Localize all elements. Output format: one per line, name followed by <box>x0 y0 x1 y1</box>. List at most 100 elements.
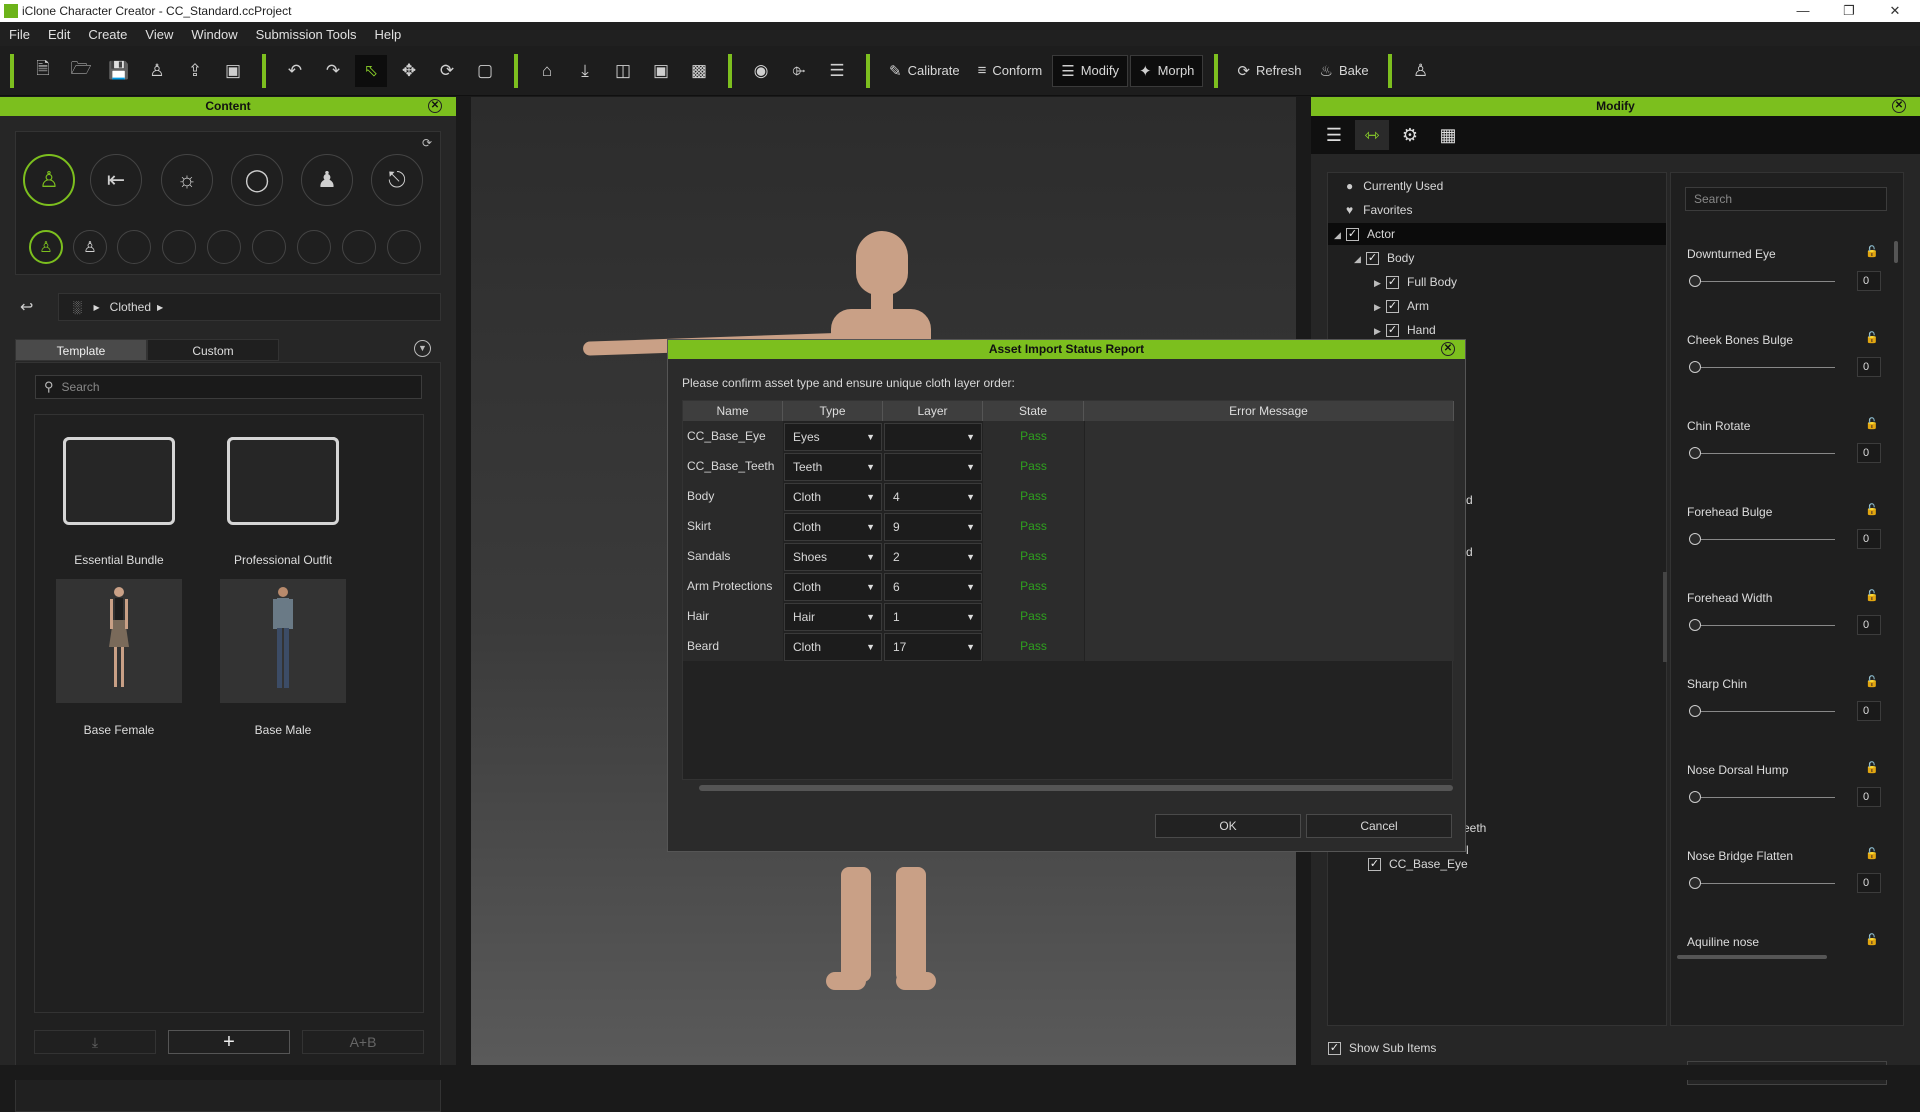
close-window-icon[interactable]: ✕ <box>1872 0 1918 22</box>
slider-track[interactable] <box>1695 883 1835 884</box>
menu-help[interactable]: Help <box>366 27 411 42</box>
layer-dropdown[interactable]: 4 ▼ <box>884 483 982 511</box>
slider-list-scrollbar[interactable] <box>1894 241 1898 263</box>
lock-icon[interactable]: 🔓 <box>1865 675 1879 688</box>
modify-button[interactable]: ☰ Modify <box>1052 54 1128 87</box>
root-folder-icon[interactable]: ░ <box>73 300 82 314</box>
lock-icon[interactable]: 🔓 <box>1865 761 1879 774</box>
show-sub-items-checkbox[interactable]: ✓ Show Sub Items <box>1328 1041 1436 1056</box>
frame-all-icon[interactable]: ▩ <box>683 55 715 87</box>
empty-slot-icon[interactable] <box>162 230 196 264</box>
column-header-layer[interactable]: Layer <box>883 401 983 421</box>
slider-handle[interactable] <box>1689 447 1701 459</box>
slider-value-input[interactable]: 0 <box>1857 701 1881 721</box>
tab-template[interactable]: Template <box>15 339 147 361</box>
layer-dropdown[interactable]: 9 ▼ <box>884 513 982 541</box>
close-panel-icon[interactable]: ✕ <box>1892 99 1906 113</box>
slider-value-input[interactable]: 0 <box>1857 271 1881 291</box>
type-dropdown[interactable]: Eyes ▼ <box>784 423 882 451</box>
lock-icon[interactable]: 🔓 <box>1865 417 1879 430</box>
add-button[interactable]: + <box>168 1030 290 1054</box>
download-button[interactable]: ⤓ <box>34 1030 156 1054</box>
lock-icon[interactable]: 🔓 <box>1865 245 1879 258</box>
tab-attributes-icon[interactable]: ☰ <box>1317 120 1351 150</box>
tree-item[interactable]: ◢ ✓ Body <box>1328 247 1666 269</box>
type-dropdown[interactable]: Shoes ▼ <box>784 543 882 571</box>
slider-value-input[interactable]: 0 <box>1857 443 1881 463</box>
library-item-essential-bundle[interactable]: Essential Bundle <box>54 437 184 567</box>
slider-track[interactable] <box>1695 711 1835 712</box>
rename-button[interactable]: A+B <box>302 1030 424 1054</box>
eye-visibility-icon[interactable]: ◉ <box>745 55 777 87</box>
slider-list-hscrollbar[interactable] <box>1677 955 1827 959</box>
breadcrumb-clothed[interactable]: Clothed <box>110 300 151 314</box>
rotate-icon[interactable]: ⟳ <box>431 55 463 87</box>
conform-button[interactable]: ≡ Conform <box>970 55 1051 87</box>
checkbox-checked-icon[interactable]: ✓ <box>1366 252 1379 266</box>
tab-morph-icon[interactable]: ⇿ <box>1355 120 1389 150</box>
lock-icon[interactable]: 🔓 <box>1865 503 1879 516</box>
slider-search-input[interactable]: Search <box>1685 187 1887 211</box>
type-dropdown[interactable]: Hair ▼ <box>784 603 882 631</box>
lock-icon[interactable]: 🔓 <box>1865 933 1879 946</box>
export-fbx-icon[interactable]: ▣ <box>217 55 249 87</box>
library-item-professional-outfit[interactable]: Professional Outfit <box>218 437 348 567</box>
tree-item[interactable]: ▶ ✓ Full Body <box>1328 271 1666 293</box>
tab-motion-icon[interactable]: ⚙ <box>1393 120 1427 150</box>
restore-icon[interactable]: ❐ <box>1826 0 1872 22</box>
drop-to-floor-icon[interactable]: ⤓ <box>569 55 601 87</box>
layer-dropdown[interactable]: ▼ <box>884 423 982 451</box>
menu-view[interactable]: View <box>136 27 182 42</box>
checkbox-checked-icon[interactable]: ✓ <box>1386 276 1399 290</box>
menu-window[interactable]: Window <box>182 27 246 42</box>
slider-track[interactable] <box>1695 367 1835 368</box>
library-item-base-male[interactable]: Base Male <box>218 579 348 737</box>
slider-handle[interactable] <box>1689 791 1701 803</box>
character-category-icon[interactable]: ♙ <box>23 154 75 206</box>
tree-item[interactable]: ◢ ✓ Actor <box>1328 223 1666 245</box>
lock-icon[interactable]: 🔓 <box>1865 589 1879 602</box>
column-header-error-message[interactable]: Error Message <box>1084 401 1454 421</box>
slider-handle[interactable] <box>1689 877 1701 889</box>
back-icon[interactable]: ↩ <box>20 297 33 317</box>
slider-track[interactable] <box>1695 625 1835 626</box>
skin-category-icon[interactable]: ☼ <box>161 154 213 206</box>
undo-icon[interactable]: ↶ <box>279 55 311 87</box>
slider-track[interactable] <box>1695 281 1835 282</box>
export-icon[interactable]: ⇪ <box>179 55 211 87</box>
refresh-library-icon[interactable]: ⟳ <box>422 136 432 150</box>
wireframe-icon[interactable]: ☰ <box>821 55 853 87</box>
import-character-icon[interactable]: ♙ <box>141 55 173 87</box>
tree-item[interactable]: ● Currently Used <box>1328 175 1666 197</box>
slider-value-input[interactable]: 0 <box>1857 787 1881 807</box>
select-arrow-icon[interactable]: ⬁ <box>355 54 387 87</box>
slider-track[interactable] <box>1695 797 1835 798</box>
type-dropdown[interactable]: Cloth ▼ <box>784 513 882 541</box>
save-icon[interactable]: 💾 <box>103 55 135 87</box>
empty-slot-icon[interactable] <box>297 230 331 264</box>
home-camera-icon[interactable]: ⌂ <box>531 55 563 87</box>
calibrate-button[interactable]: ✎ Calibrate <box>881 55 968 87</box>
column-header-state[interactable]: State <box>983 401 1084 421</box>
close-panel-icon[interactable]: ✕ <box>428 99 442 113</box>
layer-dropdown[interactable]: 1 ▼ <box>884 603 982 631</box>
head-category-icon[interactable]: ◯ <box>231 154 283 206</box>
ok-button[interactable]: OK <box>1155 814 1301 838</box>
layer-dropdown[interactable]: 6 ▼ <box>884 573 982 601</box>
slider-handle[interactable] <box>1689 361 1701 373</box>
tree-item[interactable]: ▶ ✓ Arm <box>1328 295 1666 317</box>
layer-dropdown[interactable]: 2 ▼ <box>884 543 982 571</box>
slider-track[interactable] <box>1695 453 1835 454</box>
checkbox-checked-icon[interactable]: ✓ <box>1386 324 1399 338</box>
slider-value-input[interactable]: 0 <box>1857 873 1881 893</box>
tree-item[interactable]: ▶ ✓ Hand <box>1328 319 1666 341</box>
lock-icon[interactable]: 🔓 <box>1865 331 1879 344</box>
clothed-subcategory-icon[interactable]: ♙ <box>29 230 63 264</box>
tab-material-checker-icon[interactable]: ▦ <box>1431 120 1465 150</box>
cancel-button[interactable]: Cancel <box>1306 814 1452 838</box>
mesh-shell-icon[interactable]: ⌱ <box>783 55 815 87</box>
checkbox-checked-icon[interactable]: ✓ <box>1346 228 1359 242</box>
refresh-button[interactable]: ⟳ Refresh <box>1229 55 1309 87</box>
slider-value-input[interactable]: 0 <box>1857 529 1881 549</box>
column-header-name[interactable]: Name <box>683 401 783 421</box>
